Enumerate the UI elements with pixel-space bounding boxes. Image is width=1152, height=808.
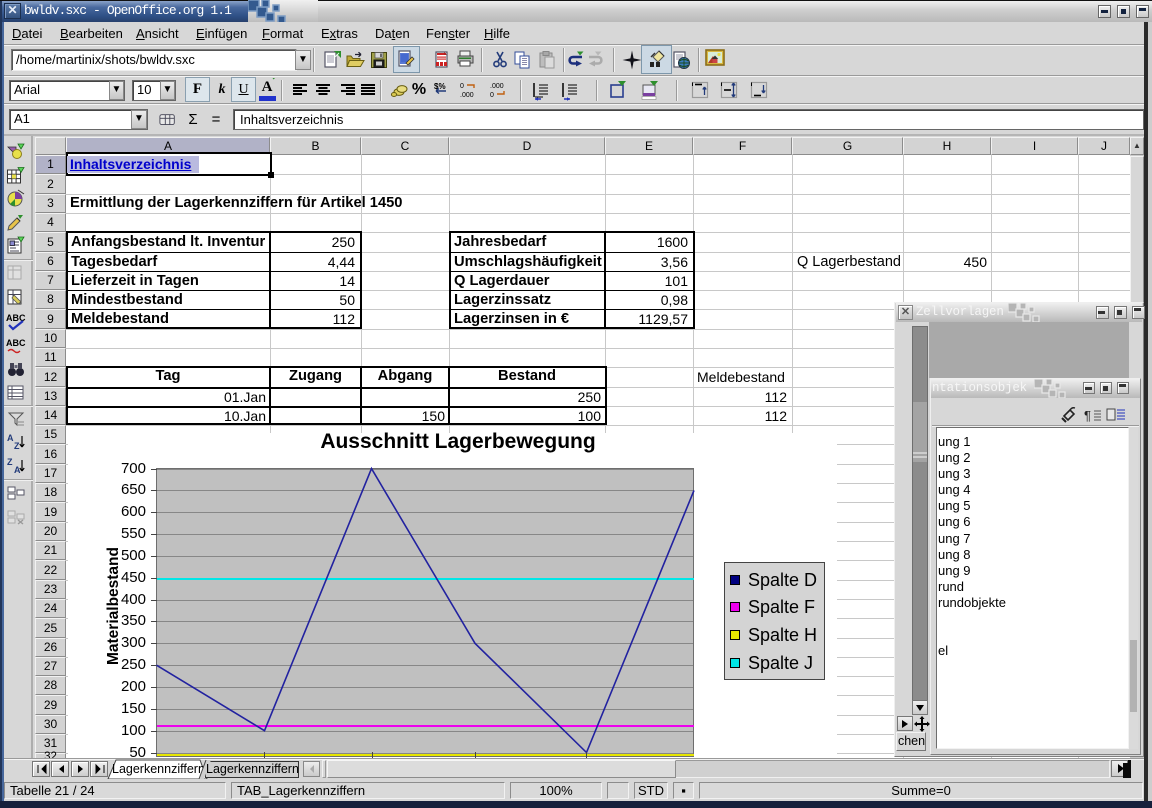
svg-text:$%: $% [434,82,446,91]
svg-text:.000: .000 [460,92,474,99]
svg-text:¶: ¶ [1084,408,1091,423]
svg-text:.000: .000 [490,83,504,90]
svg-text:ABC: ABC [6,338,26,348]
svg-text:0: 0 [490,92,494,99]
svg-text:A: A [7,433,14,443]
svg-text:Z: Z [14,441,20,451]
svg-text:0: 0 [460,83,464,90]
svg-text:A: A [14,465,21,475]
svg-text:Z: Z [7,457,13,467]
